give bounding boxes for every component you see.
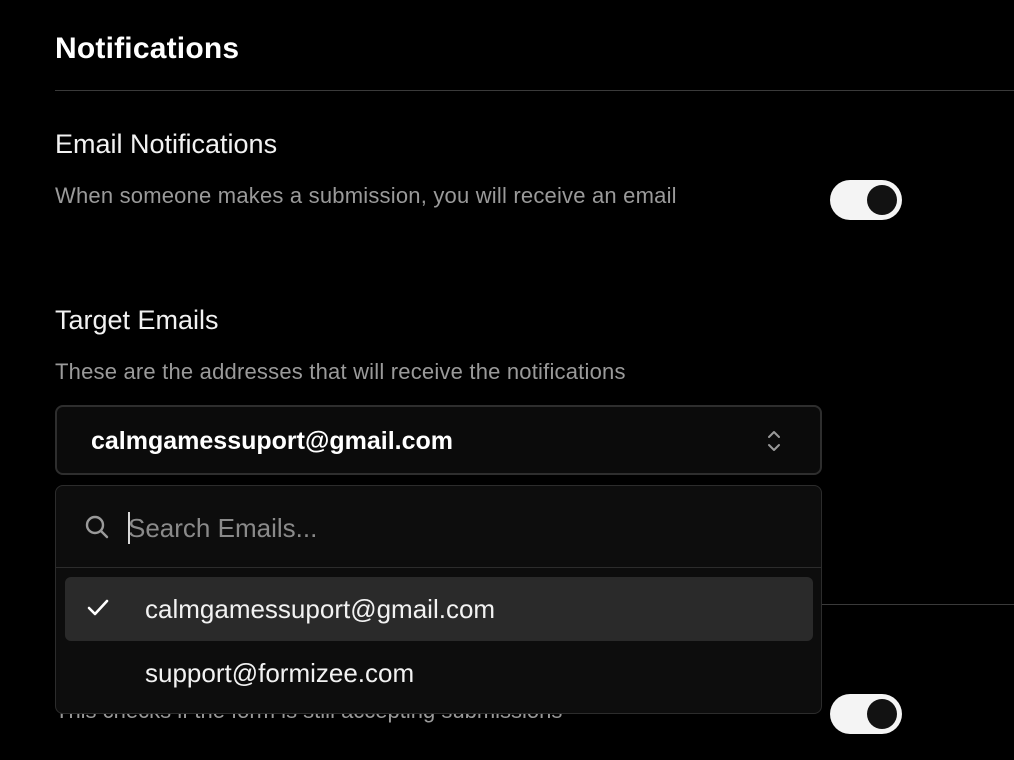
selected-email-value: calmgamessuport@gmail.com (91, 427, 453, 455)
email-option-label: calmgamessuport@gmail.com (145, 594, 496, 624)
check-icon (87, 599, 109, 616)
target-emails-description: These are the addresses that will receiv… (55, 359, 626, 384)
email-dropdown: calmgamessuport@gmail.com support@formiz… (55, 485, 822, 714)
email-notifications-description: When someone makes a submission, you wil… (55, 183, 677, 208)
email-notifications-toggle[interactable] (830, 180, 902, 220)
email-notifications-title: Email Notifications (55, 129, 278, 159)
toggle-knob (867, 185, 897, 215)
email-option[interactable]: calmgamessuport@gmail.com (65, 577, 813, 641)
email-option-label: support@formizee.com (145, 658, 415, 688)
target-emails-select[interactable]: calmgamessuport@gmail.com (55, 405, 822, 475)
email-search-input[interactable] (128, 508, 778, 548)
accepting-submissions-toggle[interactable] (830, 694, 902, 734)
dropdown-search-row (56, 486, 821, 568)
section-divider (820, 604, 1014, 605)
target-emails-title: Target Emails (55, 305, 219, 335)
page-title: Notifications (55, 32, 240, 65)
text-caret (128, 512, 130, 544)
chevron-up-down-icon (768, 431, 780, 451)
search-icon (85, 515, 109, 539)
toggle-knob (867, 699, 897, 729)
header-divider (55, 90, 1014, 91)
notifications-settings-page: Notifications Email Notifications When s… (0, 0, 1014, 760)
email-option[interactable]: support@formizee.com (65, 641, 813, 705)
